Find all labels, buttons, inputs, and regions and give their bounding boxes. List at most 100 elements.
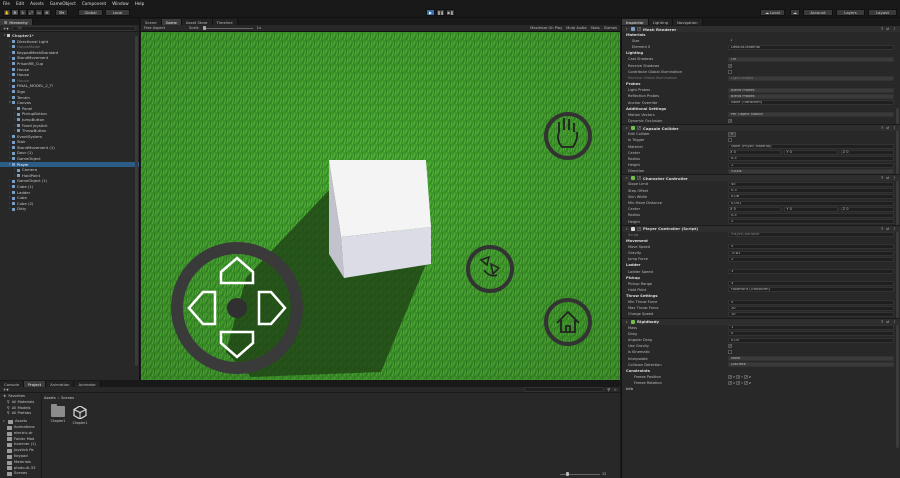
mesh-renderer-header[interactable]: ▾ ✓ Mesh Renderer ? ⇄ ⋮ (622, 25, 900, 32)
center-x-field[interactable]: X 0 (728, 150, 782, 156)
use-gravity-checkbox[interactable]: ✓ (728, 344, 732, 349)
cc-enabled-checkbox[interactable]: ✓ (637, 176, 641, 181)
capsule-height-field[interactable]: 2 (728, 162, 894, 168)
dynamic-occlusion-checkbox[interactable]: ✓ (728, 118, 732, 123)
asset-tile[interactable]: Chapter1 (70, 405, 90, 425)
capsule-enabled-checkbox[interactable]: ✓ (637, 126, 641, 131)
component-menu-icon[interactable]: ? ⇄ ⋮ (881, 227, 897, 231)
component-menu-icon[interactable]: ? ⇄ ⋮ (881, 27, 897, 31)
asset-folder-item[interactable]: Scenes (3, 471, 41, 477)
hierarchy-scrollbar[interactable] (135, 36, 138, 366)
cc-center-x-field[interactable]: X 0 (728, 206, 782, 212)
freeze-rot-x-checkbox[interactable]: ✓ (728, 381, 732, 386)
max-throw-field[interactable]: 20 (728, 305, 894, 311)
angular-drag-field[interactable]: 0.05 (728, 337, 894, 343)
scale-slider[interactable] (202, 26, 253, 30)
center-z-field[interactable]: Z 0 (840, 150, 894, 156)
account-dropdown[interactable]: Account (803, 9, 833, 16)
is-kinematic-checkbox[interactable] (728, 350, 732, 355)
menu-component[interactable]: Component (82, 1, 106, 6)
pause-button[interactable]: ❚❚ (436, 9, 445, 16)
ladder-speed-field[interactable]: 3 (728, 269, 894, 275)
anchor-override-field[interactable]: None (Transform) (728, 100, 894, 106)
mute-audio-toggle[interactable]: Mute Audio (566, 26, 586, 30)
layers-dropdown[interactable]: Layers (836, 9, 865, 16)
play-button[interactable]: ▶ (426, 9, 435, 16)
bottom-tab[interactable]: Project (24, 381, 47, 387)
charge-speed-field[interactable]: 10 (728, 311, 894, 317)
filter-icon[interactable]: ⚲ (607, 387, 610, 392)
step-offset-field[interactable]: 0.3 (728, 188, 894, 194)
edit-collider-button[interactable]: ⟲ (728, 131, 736, 137)
game-view[interactable]: Free Aspect Scale 1x Maximize On Play Mu… (141, 25, 620, 380)
min-throw-field[interactable]: 5 (728, 299, 894, 305)
freeze-pos-y-checkbox[interactable]: ✓ (736, 374, 741, 379)
info-foldout[interactable]: Info (622, 386, 900, 392)
pivot-center-toggle[interactable]: Global (78, 9, 103, 16)
maximize-on-play-toggle[interactable]: Maximize On Play (530, 26, 562, 30)
add-icon[interactable]: +▾ (3, 26, 9, 31)
capsule-collider-header[interactable]: ▾ ✓ Capsule Collider ? ⇄ ⋮ (622, 124, 900, 132)
breadcrumb-scenes[interactable]: Scenes (61, 396, 74, 400)
mesh-renderer-enabled-checkbox[interactable]: ✓ (637, 27, 641, 31)
stats-toggle[interactable]: Stats (591, 26, 600, 30)
cc-radius-field[interactable]: 0.5 (728, 212, 894, 218)
player-controller-header[interactable]: ▾ ✓ Player Controller (Script) ? ⇄ ⋮ (622, 224, 900, 232)
pickup-range-field[interactable]: 3 (728, 281, 894, 287)
component-menu-icon[interactable]: ? ⇄ ⋮ (881, 320, 897, 324)
rigidbody-header[interactable]: ▾ Rigidbody ? ⇄ ⋮ (622, 317, 900, 325)
hold-point-field[interactable]: HoldPoint (Transform) (728, 287, 894, 293)
hand-tool-button[interactable]: ✋ (3, 9, 11, 16)
interpolate-dropdown[interactable]: None (728, 356, 894, 362)
skin-width-field[interactable]: 0.08 (728, 194, 894, 200)
step-button[interactable]: ▶❚ (446, 9, 455, 16)
add-asset-icon[interactable]: +▾ (3, 387, 9, 392)
menu-window[interactable]: Window (112, 1, 129, 6)
gravity-field[interactable]: -9.81 (728, 250, 894, 256)
rect-tool-button[interactable]: ▭ (35, 9, 43, 16)
joystick-handle[interactable] (227, 298, 247, 318)
cc-center-y-field[interactable]: Y 0 (784, 206, 838, 212)
drag-field[interactable]: 0 (728, 331, 894, 337)
display-dropdown[interactable]: Free Aspect (144, 26, 165, 30)
slope-limit-field[interactable]: 45 (728, 181, 894, 187)
min-move-field[interactable]: 0.001 (728, 200, 894, 206)
center-y-field[interactable]: Y 0 (784, 150, 838, 156)
collision-detection-dropdown[interactable]: Discrete (728, 362, 894, 368)
cloud-button[interactable]: ☁ (790, 9, 800, 16)
is-trigger-checkbox[interactable] (728, 138, 732, 143)
collab-button[interactable]: ☁ Local (760, 9, 785, 16)
receive-gi-dropdown[interactable]: Light Probes (728, 75, 894, 81)
element0-field[interactable]: Default-Material (728, 44, 894, 50)
physic-material-field[interactable]: None (Physic Material) (728, 144, 894, 150)
component-menu-icon[interactable]: ? ⇄ ⋮ (881, 176, 897, 180)
component-menu-icon[interactable]: ? ⇄ ⋮ (881, 126, 897, 130)
receive-shadows-checkbox[interactable]: ✓ (728, 63, 732, 68)
star-icon[interactable]: ☆ (613, 387, 617, 392)
transform-tool-button[interactable]: ⊕ (43, 9, 51, 16)
mass-field[interactable]: 1 (728, 325, 894, 331)
menu-help[interactable]: Help (135, 1, 145, 6)
menu-edit[interactable]: Edit (16, 1, 24, 6)
tab-hierarchy[interactable]: ☰ Hierarchy (0, 19, 33, 25)
cast-shadows-dropdown[interactable]: On (728, 56, 894, 62)
menu-gameobject[interactable]: GameObject (50, 1, 76, 6)
hierarchy-item[interactable]: › Dirty (0, 206, 139, 212)
bottom-tab[interactable]: Animation (46, 381, 75, 387)
light-probes-dropdown[interactable]: Blend Probes (728, 87, 894, 93)
jump-force-field[interactable]: 2 (728, 256, 894, 262)
freeze-pos-z-checkbox[interactable]: ✓ (743, 374, 748, 379)
cc-center-z-field[interactable]: Z 0 (840, 206, 894, 212)
icon-size-slider[interactable] (560, 472, 600, 476)
menu-file[interactable]: File (3, 1, 10, 6)
favorite-item[interactable]: ⚲ All Prefabs (3, 411, 41, 417)
reflection-probes-dropdown[interactable]: Blend Probes (728, 93, 894, 99)
move-speed-field[interactable]: 5 (728, 244, 894, 250)
layout-dropdown[interactable]: Layout (868, 9, 897, 16)
menu-assets[interactable]: Assets (30, 1, 44, 6)
pc-enabled-checkbox[interactable]: ✓ (637, 226, 641, 231)
hierarchy-search-input[interactable]: All (11, 25, 136, 31)
direction-dropdown[interactable]: Y-Axis (728, 168, 894, 174)
breadcrumb-assets[interactable]: Assets (44, 396, 56, 400)
freeze-pos-x-checkbox[interactable]: ✓ (728, 374, 732, 379)
